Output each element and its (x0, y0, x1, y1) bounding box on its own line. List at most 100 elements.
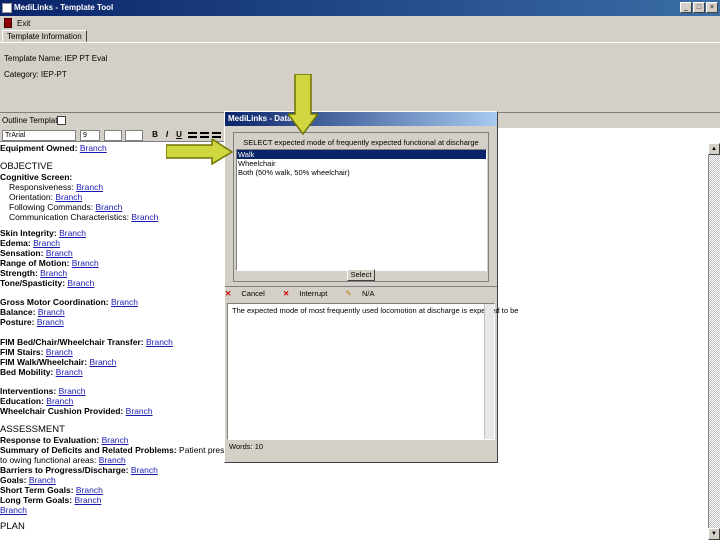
option-list[interactable]: Walk Wheelchair Both (50% walk, 50% whee… (236, 149, 487, 271)
cancel-button[interactable]: ✕ Cancel (225, 289, 273, 298)
document-body[interactable]: Equipment Owned: Branch OBJECTIVE Cognit… (0, 143, 228, 540)
field-label: Summary of Deficits and Related Problems… (0, 445, 177, 455)
branch-link[interactable]: Branch (46, 396, 73, 406)
data-entry-dialog: MediLinks - Data Entry SELECT expected m… (224, 111, 518, 463)
color-select[interactable] (104, 130, 122, 141)
doc-text: to owing functional areas: (0, 455, 97, 465)
list-item[interactable]: Walk (237, 150, 486, 159)
interrupt-icon: ✕ (282, 289, 290, 298)
branch-link[interactable]: Branch (126, 406, 153, 416)
list-item[interactable]: Wheelchair (237, 159, 486, 168)
pencil-icon: ✎ (345, 289, 352, 298)
cancel-label: Cancel (241, 289, 265, 298)
branch-link[interactable]: Branch (99, 455, 126, 465)
branch-link[interactable]: Branch (29, 475, 56, 485)
template-name-value[interactable]: IEP PT Eval (64, 54, 107, 63)
field-label: Responsiveness: (9, 182, 74, 192)
scroll-up-icon[interactable]: ▲ (708, 143, 720, 155)
na-label: N/A (361, 289, 375, 298)
branch-link[interactable]: Branch (59, 228, 86, 238)
section-heading: PLAN (0, 522, 25, 532)
template-name-label: Template Name: (4, 54, 63, 63)
size-select[interactable]: 9 (80, 130, 100, 141)
field-label: Sensation: (0, 248, 44, 258)
highlight-select[interactable] (125, 130, 143, 141)
branch-link[interactable]: Branch (76, 182, 103, 192)
template-info-panel (0, 42, 720, 112)
tab-template-information[interactable]: Template Information (2, 30, 87, 42)
dialog-title: MediLinks - Data Entry (225, 112, 497, 126)
field-label: Orientation: (9, 192, 53, 202)
branch-link[interactable]: Branch (40, 268, 67, 278)
field-label: Skin Integrity: (0, 228, 57, 238)
section-heading: ASSESSMENT (0, 425, 65, 435)
outline-template-label: Outline Template (2, 116, 62, 125)
branch-link[interactable]: Branch (74, 495, 101, 505)
exit-icon[interactable] (4, 18, 12, 28)
field-label: Strength: (0, 268, 38, 278)
list-item[interactable]: Both (50% walk, 50% wheelchair) (237, 168, 486, 177)
branch-link[interactable]: Branch (37, 317, 64, 327)
category-row: Category: IEP-PT (4, 70, 67, 79)
field-label: FIM Stairs: (0, 347, 44, 357)
branch-link[interactable]: Branch (38, 307, 65, 317)
branch-link[interactable]: Branch (131, 212, 158, 222)
field-label: Barriers to Progress/Discharge: (0, 465, 129, 475)
branch-link[interactable]: Branch (111, 297, 138, 307)
exit-menu-item[interactable]: Exit (17, 19, 30, 28)
maximize-button[interactable]: □ (693, 2, 705, 13)
window-title: MediLinks - Template Tool (14, 3, 114, 12)
align-left-icon[interactable] (188, 132, 197, 138)
field-label: Equipment Owned: (0, 143, 78, 153)
interrupt-button[interactable]: ✕ Interrupt (283, 289, 335, 298)
branch-link[interactable]: Branch (56, 367, 83, 377)
arrow-down-icon (288, 74, 318, 136)
result-text-area[interactable]: The expected mode of most frequently use… (227, 303, 518, 440)
align-center-icon[interactable] (200, 132, 209, 138)
field-label: Interventions: (0, 386, 57, 396)
field-label: Goals: (0, 475, 27, 485)
font-select[interactable]: TrArial (2, 130, 76, 141)
branch-link[interactable]: Branch (55, 192, 82, 202)
word-count: Words: 10 (229, 442, 264, 451)
align-right-icon[interactable] (212, 132, 221, 138)
outline-template-checkbox[interactable] (57, 116, 66, 125)
close-button[interactable]: × (706, 2, 718, 13)
field-label: Following Commands: (9, 202, 94, 212)
field-label: Posture: (0, 317, 35, 327)
field-label: FIM Bed/Chair/Wheelchair Transfer: (0, 337, 144, 347)
branch-link[interactable]: Branch (33, 238, 60, 248)
vertical-scrollbar[interactable] (708, 143, 720, 540)
field-label: Tone/Spasticity: (0, 278, 66, 288)
field-label: Education: (0, 396, 44, 406)
template-name-row: Template Name: IEP PT Eval (4, 54, 107, 63)
branch-link[interactable]: Branch (72, 258, 99, 268)
branch-link[interactable]: Branch (80, 143, 107, 153)
menu-bar (0, 16, 720, 30)
select-button[interactable]: Select (347, 269, 375, 281)
category-label: Category: (4, 70, 39, 79)
branch-link[interactable]: Branch (0, 505, 27, 515)
memo-scrollbar[interactable] (484, 304, 494, 439)
branch-link[interactable]: Branch (46, 248, 73, 258)
branch-link[interactable]: Branch (146, 337, 173, 347)
branch-link[interactable]: Branch (59, 386, 86, 396)
branch-link[interactable]: Branch (89, 357, 116, 367)
field-label: Bed Mobility: (0, 367, 54, 377)
branch-link[interactable]: Branch (76, 485, 103, 495)
field-label: Range of Motion: (0, 258, 70, 268)
field-label: Edema: (0, 238, 31, 248)
branch-link[interactable]: Branch (67, 278, 94, 288)
field-label: Response to Evaluation: (0, 435, 100, 445)
selection-instruction: SELECT expected mode of frequently expec… (243, 138, 479, 147)
result-text: The expected mode of most frequently use… (232, 306, 519, 315)
branch-link[interactable]: Branch (95, 202, 122, 212)
branch-link[interactable]: Branch (46, 347, 73, 357)
scroll-down-icon[interactable]: ▼ (708, 528, 720, 540)
na-button[interactable]: ✎ N/A (346, 289, 383, 298)
bold-button[interactable]: B (150, 129, 160, 140)
branch-link[interactable]: Branch (102, 435, 129, 445)
category-value[interactable]: IEP-PT (41, 70, 67, 79)
minimize-button[interactable]: _ (680, 2, 692, 13)
branch-link[interactable]: Branch (131, 465, 158, 475)
